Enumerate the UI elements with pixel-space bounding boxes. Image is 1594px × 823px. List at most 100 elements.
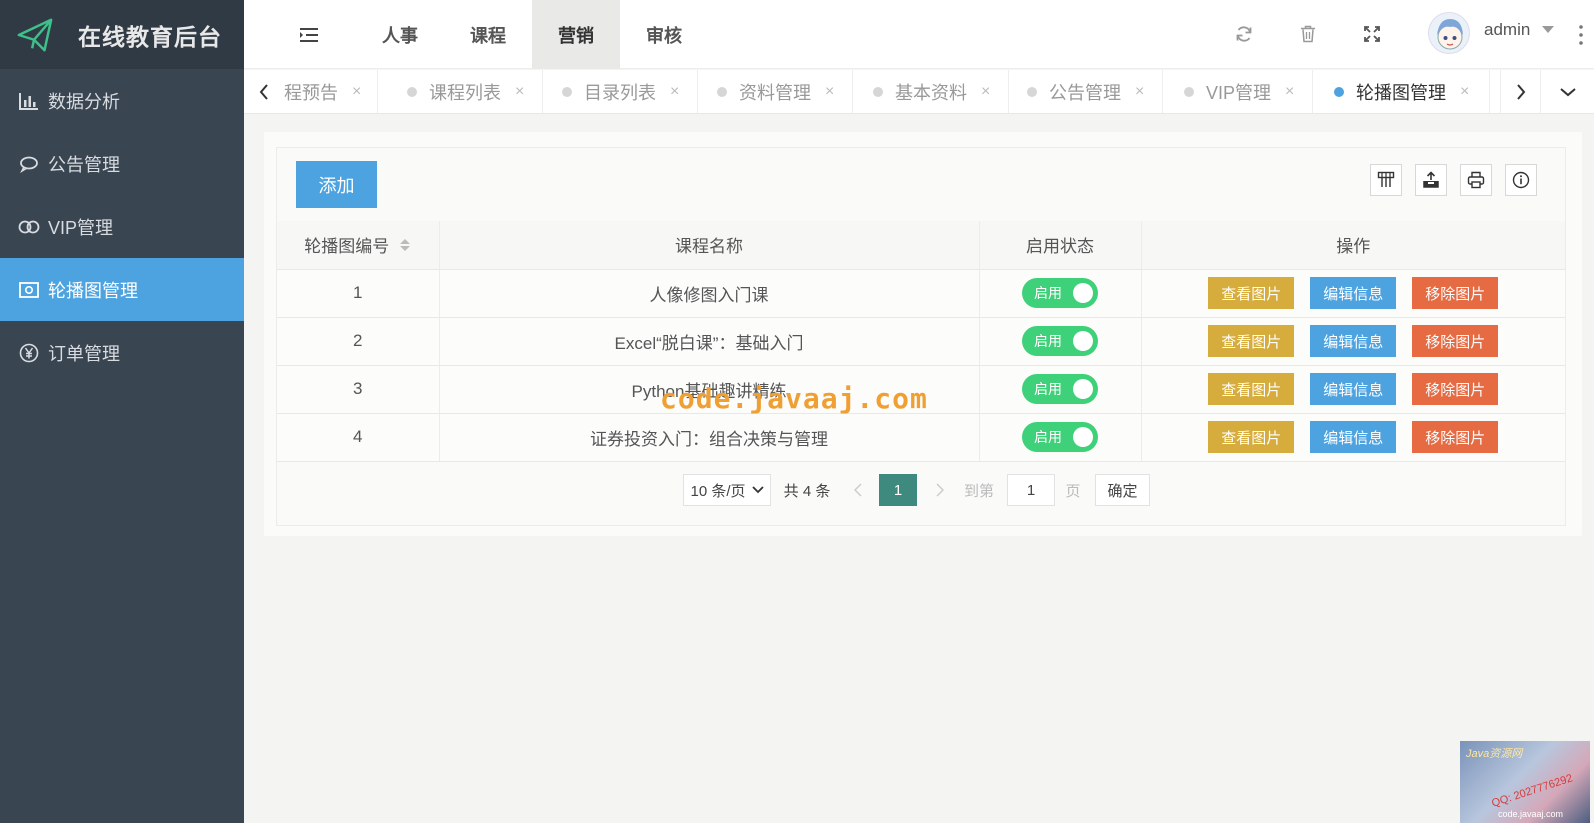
close-icon[interactable]: × bbox=[670, 83, 679, 101]
sidebar-item-vip[interactable]: VIP管理 bbox=[0, 195, 244, 258]
add-button[interactable]: 添加 bbox=[296, 161, 377, 208]
chevron-down-icon bbox=[751, 486, 764, 494]
chevron-down-icon[interactable] bbox=[1542, 26, 1554, 33]
columns-filter-icon[interactable] bbox=[1370, 164, 1402, 196]
more-vertical-icon[interactable] bbox=[1574, 22, 1588, 48]
page-tab-label: 程预告 bbox=[284, 83, 338, 103]
brand: 在线教育后台 bbox=[0, 0, 244, 69]
remove-image-button[interactable]: 移除图片 bbox=[1412, 421, 1499, 453]
page-tab-carousel[interactable]: 轮播图管理 × bbox=[1316, 70, 1491, 113]
status-toggle[interactable]: 启用 bbox=[1022, 278, 1098, 308]
close-icon[interactable]: × bbox=[1135, 83, 1144, 101]
sort-icon[interactable] bbox=[399, 237, 411, 258]
page-size-select[interactable]: 10 条/页 bbox=[683, 474, 771, 506]
status-toggle[interactable]: 启用 bbox=[1022, 326, 1098, 356]
view-image-button[interactable]: 查看图片 bbox=[1208, 373, 1295, 405]
brand-title: 在线教育后台 bbox=[78, 23, 222, 50]
info-icon[interactable] bbox=[1505, 164, 1537, 196]
close-icon[interactable]: × bbox=[981, 83, 990, 101]
cell-actions: 查看图片 编辑信息 移除图片 bbox=[1141, 365, 1565, 414]
toggle-knob bbox=[1073, 331, 1093, 351]
tab-dot-icon bbox=[1334, 87, 1344, 97]
page-unit: 页 bbox=[1065, 482, 1081, 500]
edit-info-button[interactable]: 编辑信息 bbox=[1310, 421, 1397, 453]
status-toggle[interactable]: 启用 bbox=[1022, 422, 1098, 452]
tab-dot-icon bbox=[1027, 87, 1037, 97]
menu-collapse-icon[interactable] bbox=[296, 22, 322, 48]
sidebar-item-orders[interactable]: 订单管理 bbox=[0, 321, 244, 384]
cell-id: 1 bbox=[277, 269, 440, 318]
remove-image-button[interactable]: 移除图片 bbox=[1412, 277, 1499, 309]
view-image-button[interactable]: 查看图片 bbox=[1208, 421, 1295, 453]
page-tab-label: 基本资料 bbox=[895, 83, 967, 103]
sidebar-item-announcements[interactable]: 公告管理 bbox=[0, 132, 244, 195]
table-header-row: 轮播图编号 课程名称 启用状态 操作 bbox=[277, 221, 1565, 270]
nav-tab-marketing[interactable]: 营销 bbox=[532, 0, 620, 69]
column-header-id[interactable]: 轮播图编号 bbox=[277, 221, 440, 270]
page-tab-course-list[interactable]: 课程列表 × bbox=[389, 70, 544, 113]
page-tab-catalog-list[interactable]: 目录列表 × bbox=[544, 70, 699, 113]
sidebar-item-data-analysis[interactable]: 数据分析 bbox=[0, 69, 244, 132]
top-header: 人事 课程 营销 审核 admin bbox=[244, 0, 1594, 69]
view-image-button[interactable]: 查看图片 bbox=[1208, 277, 1295, 309]
nav-tab-courses[interactable]: 课程 bbox=[444, 0, 532, 69]
close-icon[interactable]: × bbox=[1460, 83, 1469, 101]
status-toggle[interactable]: 启用 bbox=[1022, 374, 1098, 404]
table-row: 4 证券投资入门：组合决策与管理 启用 查看图片 编辑信息 移除图片 bbox=[277, 413, 1565, 462]
page-tab-vip[interactable]: VIP管理 × bbox=[1166, 70, 1314, 113]
page-tab-course-preview[interactable]: 程预告 × bbox=[284, 70, 379, 113]
page-tab-basic-info[interactable]: 基本资料 × bbox=[855, 70, 1010, 113]
watermark-text: code.javaaj.com bbox=[660, 382, 928, 415]
page-tab-label: 公告管理 bbox=[1049, 83, 1121, 103]
tab-dot-icon bbox=[1184, 87, 1194, 97]
export-icon[interactable] bbox=[1415, 164, 1447, 196]
chevron-down-icon[interactable] bbox=[1540, 70, 1594, 113]
nav-tab-hr[interactable]: 人事 bbox=[356, 0, 444, 69]
sidebar-item-label: 轮播图管理 bbox=[48, 280, 138, 301]
tab-dot-icon bbox=[562, 87, 572, 97]
goto-page-input[interactable]: 1 bbox=[1007, 474, 1055, 506]
refresh-icon[interactable] bbox=[1230, 20, 1258, 48]
page-tab-label: 轮播图管理 bbox=[1356, 83, 1446, 103]
toggle-knob bbox=[1073, 283, 1093, 303]
print-icon[interactable] bbox=[1460, 164, 1492, 196]
close-icon[interactable]: × bbox=[825, 83, 834, 101]
tab-dot-icon bbox=[717, 87, 727, 97]
remove-image-button[interactable]: 移除图片 bbox=[1412, 373, 1499, 405]
close-icon[interactable]: × bbox=[1285, 83, 1294, 101]
remove-image-button[interactable]: 移除图片 bbox=[1412, 325, 1499, 357]
page-tab-materials[interactable]: 资料管理 × bbox=[699, 70, 854, 113]
current-page[interactable]: 1 bbox=[879, 474, 917, 506]
edit-info-button[interactable]: 编辑信息 bbox=[1310, 277, 1397, 309]
sidebar-item-carousel[interactable]: 轮播图管理 bbox=[0, 258, 244, 321]
table-row: 1 人像修图入门课 启用 查看图片 编辑信息 移除图片 bbox=[277, 269, 1565, 318]
goto-confirm-button[interactable]: 确定 bbox=[1095, 474, 1150, 506]
edit-info-button[interactable]: 编辑信息 bbox=[1310, 373, 1397, 405]
tab-dot-icon bbox=[873, 87, 883, 97]
paper-plane-icon bbox=[17, 18, 53, 51]
column-header-actions: 操作 bbox=[1141, 221, 1565, 270]
yen-icon bbox=[18, 342, 40, 364]
fullscreen-icon[interactable] bbox=[1358, 20, 1386, 48]
page-tab-strip: 程预告 × 课程列表 × 目录列表 × 资料管理 × 基本资料 × 公告管理 ×… bbox=[244, 70, 1594, 114]
edit-info-button[interactable]: 编辑信息 bbox=[1310, 325, 1397, 357]
corner-ad-site: code.javaaj.com bbox=[1498, 809, 1564, 819]
nav-tab-review[interactable]: 审核 bbox=[620, 0, 708, 69]
avatar[interactable] bbox=[1428, 12, 1470, 54]
close-icon[interactable]: × bbox=[352, 83, 361, 101]
username[interactable]: admin bbox=[1484, 20, 1530, 40]
page-tab-announcements[interactable]: 公告管理 × bbox=[1009, 70, 1164, 113]
page-tab-label: 课程列表 bbox=[429, 83, 501, 103]
close-icon[interactable]: × bbox=[515, 83, 524, 101]
chevron-left-icon[interactable] bbox=[244, 70, 284, 113]
trash-icon[interactable] bbox=[1294, 20, 1322, 48]
prev-page-icon[interactable] bbox=[845, 474, 871, 506]
next-page-icon[interactable] bbox=[927, 474, 953, 506]
column-header-status: 启用状态 bbox=[979, 221, 1142, 270]
pagination: 10 条/页 共 4 条 1 到第 1 页 确定 bbox=[277, 474, 1565, 508]
chevron-right-icon[interactable] bbox=[1500, 70, 1540, 113]
toggle-label: 启用 bbox=[1034, 285, 1062, 301]
toggle-label: 启用 bbox=[1034, 429, 1062, 445]
view-image-button[interactable]: 查看图片 bbox=[1208, 325, 1295, 357]
table-row: 2 Excel“脱白课”：基础入门 启用 查看图片 编辑信息 移除图片 bbox=[277, 317, 1565, 366]
